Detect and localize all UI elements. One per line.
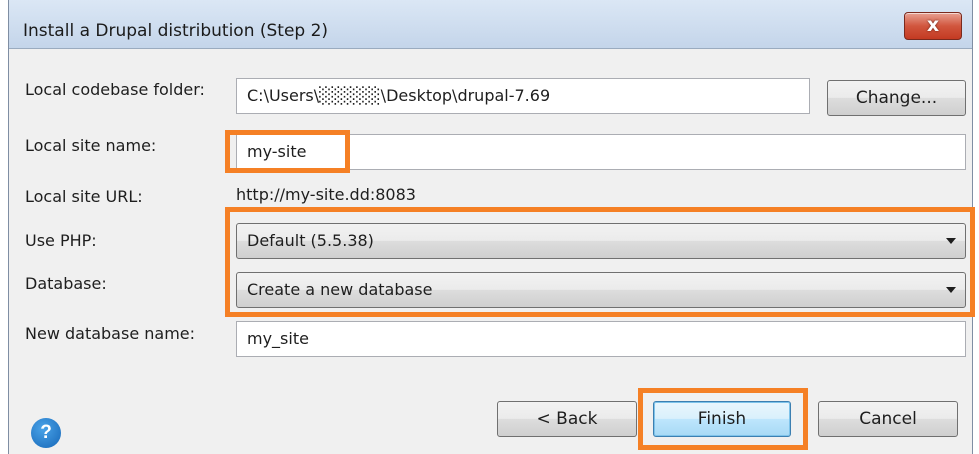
chevron-down-icon xyxy=(946,287,956,293)
database-select[interactable]: Create a new database xyxy=(236,272,966,308)
back-button[interactable]: < Back xyxy=(497,401,637,437)
site-name-field[interactable]: my-site xyxy=(236,134,966,170)
codebase-field[interactable]: C:\Users\░░░░░\Desktop\drupal-7.69 xyxy=(236,78,810,114)
close-icon: x xyxy=(926,14,940,36)
php-label: Use PHP: xyxy=(25,231,97,250)
new-db-name-label: New database name: xyxy=(25,324,196,343)
php-select[interactable]: Default (5.5.38) xyxy=(236,223,966,259)
change-button[interactable]: Change... xyxy=(827,80,966,116)
database-select-value: Create a new database xyxy=(247,280,433,299)
codebase-label: Local codebase folder: xyxy=(25,80,205,99)
site-url-value: http://my-site.dd:8083 xyxy=(236,185,416,204)
php-select-value: Default (5.5.38) xyxy=(247,231,374,250)
cancel-button[interactable]: Cancel xyxy=(818,401,958,437)
site-url-label: Local site URL: xyxy=(25,187,143,206)
database-label: Database: xyxy=(25,274,107,293)
new-db-name-field[interactable]: my_site xyxy=(236,321,966,357)
finish-button[interactable]: Finish xyxy=(653,401,791,437)
site-name-label: Local site name: xyxy=(25,136,157,155)
dialog-title: Install a Drupal distribution (Step 2) xyxy=(23,21,329,41)
chevron-down-icon xyxy=(946,238,956,244)
close-button[interactable]: x xyxy=(904,12,962,40)
help-icon[interactable]: ? xyxy=(31,418,61,448)
title-bar: Install a Drupal distribution (Step 2) x xyxy=(9,0,972,49)
